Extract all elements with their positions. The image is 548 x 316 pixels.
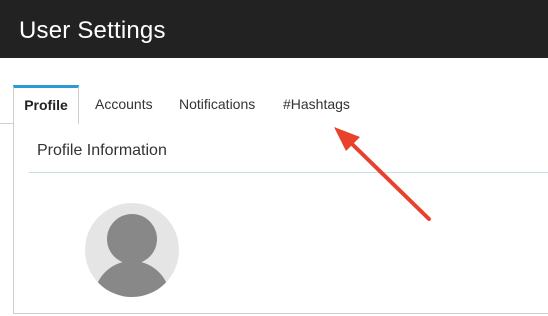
page-title: User Settings — [19, 17, 166, 44]
app-header: User Settings — [0, 0, 548, 58]
tab-hashtags[interactable]: #Hashtags — [283, 85, 350, 123]
tab-profile[interactable]: Profile — [13, 85, 79, 124]
default-user-avatar-icon[interactable] — [85, 203, 179, 297]
profile-information-heading: Profile Information — [37, 142, 167, 159]
user-settings-page: User Settings Profile Accounts Notificat… — [0, 0, 548, 316]
section-divider — [29, 172, 548, 173]
avatar-head-shape — [107, 214, 157, 264]
avatar-body-shape — [94, 261, 170, 297]
tab-accounts[interactable]: Accounts — [95, 85, 153, 123]
tab-notifications[interactable]: Notifications — [179, 85, 255, 123]
